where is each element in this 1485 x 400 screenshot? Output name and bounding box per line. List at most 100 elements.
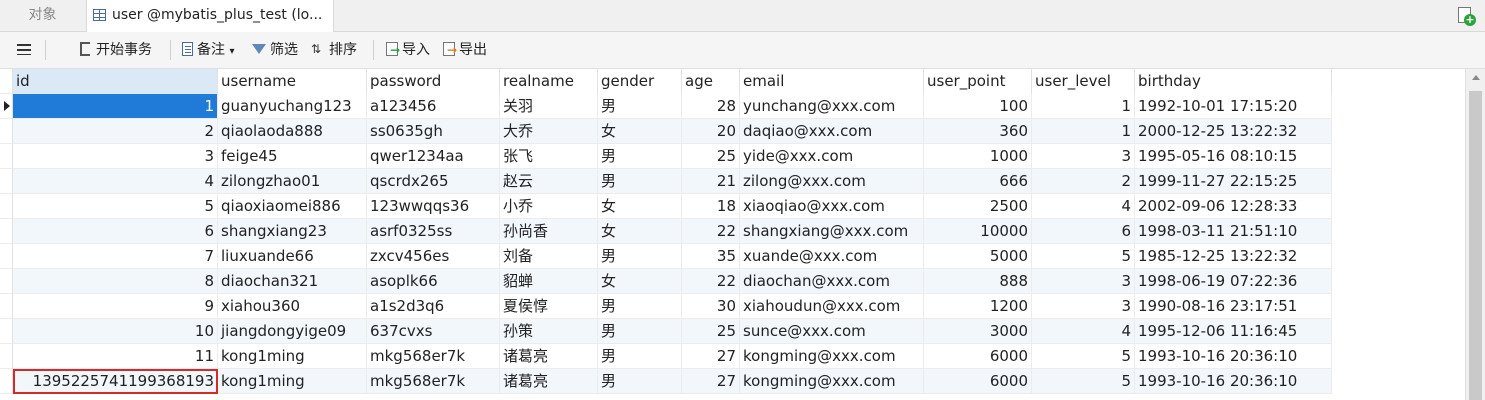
table-cell-id[interactable]: 3 [13, 144, 218, 169]
table-cell-birthday[interactable]: 2002-09-06 12:28:33 [1135, 194, 1332, 219]
table-cell-age[interactable]: 20 [682, 119, 740, 144]
table-cell-username[interactable]: shangxiang23 [218, 219, 367, 244]
table-cell-id[interactable]: 7 [13, 244, 218, 269]
table-cell-age[interactable]: 22 [682, 219, 740, 244]
table-cell-user-point[interactable]: 6000 [924, 369, 1032, 394]
table-cell-id[interactable]: 8 [13, 269, 218, 294]
table-cell-gender[interactable]: 女 [598, 219, 682, 244]
table-cell-gender[interactable]: 男 [598, 294, 682, 319]
table-cell-username[interactable]: feige45 [218, 144, 367, 169]
table-cell-user-point[interactable]: 1000 [924, 144, 1032, 169]
table-cell-gender[interactable]: 男 [598, 319, 682, 344]
table-cell-email[interactable]: yide@xxx.com [740, 144, 924, 169]
filter-button[interactable]: 筛选 [252, 32, 298, 68]
table-cell-username[interactable]: qiaolaoda888 [218, 119, 367, 144]
column-header-birthday[interactable]: birthday [1135, 69, 1332, 94]
table-cell-realname[interactable]: 诸葛亮 [500, 369, 598, 394]
table-cell-email[interactable]: xiaoqiao@xxx.com [740, 194, 924, 219]
table-cell-email[interactable]: daqiao@xxx.com [740, 119, 924, 144]
table-cell-user-point[interactable]: 1200 [924, 294, 1032, 319]
column-header-username[interactable]: username [218, 69, 367, 94]
table-cell-age[interactable]: 30 [682, 294, 740, 319]
table-cell-user-level[interactable]: 5 [1032, 369, 1135, 394]
table-cell-birthday[interactable]: 1992-10-01 17:15:20 [1135, 94, 1332, 119]
sort-button[interactable]: ⇅ 排序 [311, 32, 357, 68]
table-cell-age[interactable]: 25 [682, 144, 740, 169]
row-handle[interactable] [0, 319, 13, 344]
table-cell-age[interactable]: 28 [682, 94, 740, 119]
row-handle[interactable] [0, 294, 13, 319]
table-cell-birthday[interactable]: 2000-12-25 13:22:32 [1135, 119, 1332, 144]
table-cell-gender[interactable]: 男 [598, 144, 682, 169]
table-cell-user-point[interactable]: 2500 [924, 194, 1032, 219]
table-cell-id[interactable]: 5 [13, 194, 218, 219]
table-cell-username[interactable]: jiangdongyige09 [218, 319, 367, 344]
column-header-email[interactable]: email [740, 69, 924, 94]
column-header-user-point[interactable]: user_point [924, 69, 1032, 94]
row-handle[interactable] [0, 369, 13, 394]
table-cell-user-point[interactable]: 3000 [924, 319, 1032, 344]
row-handle[interactable] [0, 119, 13, 144]
table-cell-gender[interactable]: 男 [598, 369, 682, 394]
table-cell-email[interactable]: xuande@xxx.com [740, 244, 924, 269]
table-cell-birthday[interactable]: 1995-05-16 08:10:15 [1135, 144, 1332, 169]
table-cell-age[interactable]: 35 [682, 244, 740, 269]
table-cell-email[interactable]: xiahoudun@xxx.com [740, 294, 924, 319]
table-cell-realname[interactable]: 诸葛亮 [500, 344, 598, 369]
column-header-user-level[interactable]: user_level [1032, 69, 1135, 94]
table-cell-password[interactable]: 637cvxs [367, 319, 500, 344]
table-cell-id[interactable]: 2 [13, 119, 218, 144]
row-handle[interactable] [0, 169, 13, 194]
table-cell-id[interactable]: 6 [13, 219, 218, 244]
table-cell-realname[interactable]: 孙尚香 [500, 219, 598, 244]
table-cell-id[interactable]: 1395225741199368193 [13, 369, 218, 394]
table-cell-realname[interactable]: 小乔 [500, 194, 598, 219]
column-header-id[interactable]: id [13, 69, 218, 94]
begin-transaction-button[interactable]: 开始事务 [78, 32, 152, 68]
menu-button[interactable] [17, 32, 35, 68]
table-cell-username[interactable]: guanyuchang123 [218, 94, 367, 119]
row-handle[interactable] [0, 344, 13, 369]
table-cell-user-level[interactable]: 5 [1032, 344, 1135, 369]
table-cell-id[interactable]: 1 [13, 94, 218, 119]
table-cell-password[interactable]: a123456 [367, 94, 500, 119]
table-cell-email[interactable]: kongming@xxx.com [740, 369, 924, 394]
table-cell-gender[interactable]: 男 [598, 169, 682, 194]
export-button[interactable]: → 导出 [443, 32, 487, 68]
table-cell-realname[interactable]: 张飞 [500, 144, 598, 169]
table-cell-birthday[interactable]: 1999-11-27 22:15:25 [1135, 169, 1332, 194]
table-cell-realname[interactable]: 貂蝉 [500, 269, 598, 294]
table-cell-email[interactable]: shangxiang@xxx.com [740, 219, 924, 244]
table-cell-email[interactable]: zilong@xxx.com [740, 169, 924, 194]
table-cell-realname[interactable]: 孙策 [500, 319, 598, 344]
table-cell-birthday[interactable]: 1995-12-06 11:16:45 [1135, 319, 1332, 344]
table-cell-id[interactable]: 11 [13, 344, 218, 369]
import-button[interactable]: → 导入 [386, 32, 430, 68]
note-button[interactable]: 备注 ▾ [182, 32, 234, 68]
table-cell-age[interactable]: 27 [682, 369, 740, 394]
table-cell-user-level[interactable]: 3 [1032, 144, 1135, 169]
table-cell-age[interactable]: 18 [682, 194, 740, 219]
table-cell-age[interactable]: 27 [682, 344, 740, 369]
table-cell-password[interactable]: ss0635gh [367, 119, 500, 144]
row-handle[interactable] [0, 94, 13, 119]
table-cell-password[interactable]: asrf0325ss [367, 219, 500, 244]
table-cell-user-level[interactable]: 5 [1032, 244, 1135, 269]
table-cell-birthday[interactable]: 1998-06-19 07:22:36 [1135, 269, 1332, 294]
table-cell-realname[interactable]: 刘备 [500, 244, 598, 269]
table-cell-id[interactable]: 10 [13, 319, 218, 344]
column-header-password[interactable]: password [367, 69, 500, 94]
table-cell-id[interactable]: 9 [13, 294, 218, 319]
table-cell-user-point[interactable]: 100 [924, 94, 1032, 119]
table-cell-age[interactable]: 21 [682, 169, 740, 194]
tab-user-table[interactable]: user @mybatis_plus_test (lo... [86, 0, 334, 32]
row-handle[interactable] [0, 219, 13, 244]
new-query-button[interactable]: + [1455, 6, 1476, 26]
table-cell-user-point[interactable]: 360 [924, 119, 1032, 144]
table-cell-user-point[interactable]: 666 [924, 169, 1032, 194]
table-cell-realname[interactable]: 夏侯惇 [500, 294, 598, 319]
table-cell-realname[interactable]: 关羽 [500, 94, 598, 119]
table-cell-email[interactable]: sunce@xxx.com [740, 319, 924, 344]
table-cell-gender[interactable]: 女 [598, 269, 682, 294]
table-cell-email[interactable]: diaochan@xxx.com [740, 269, 924, 294]
